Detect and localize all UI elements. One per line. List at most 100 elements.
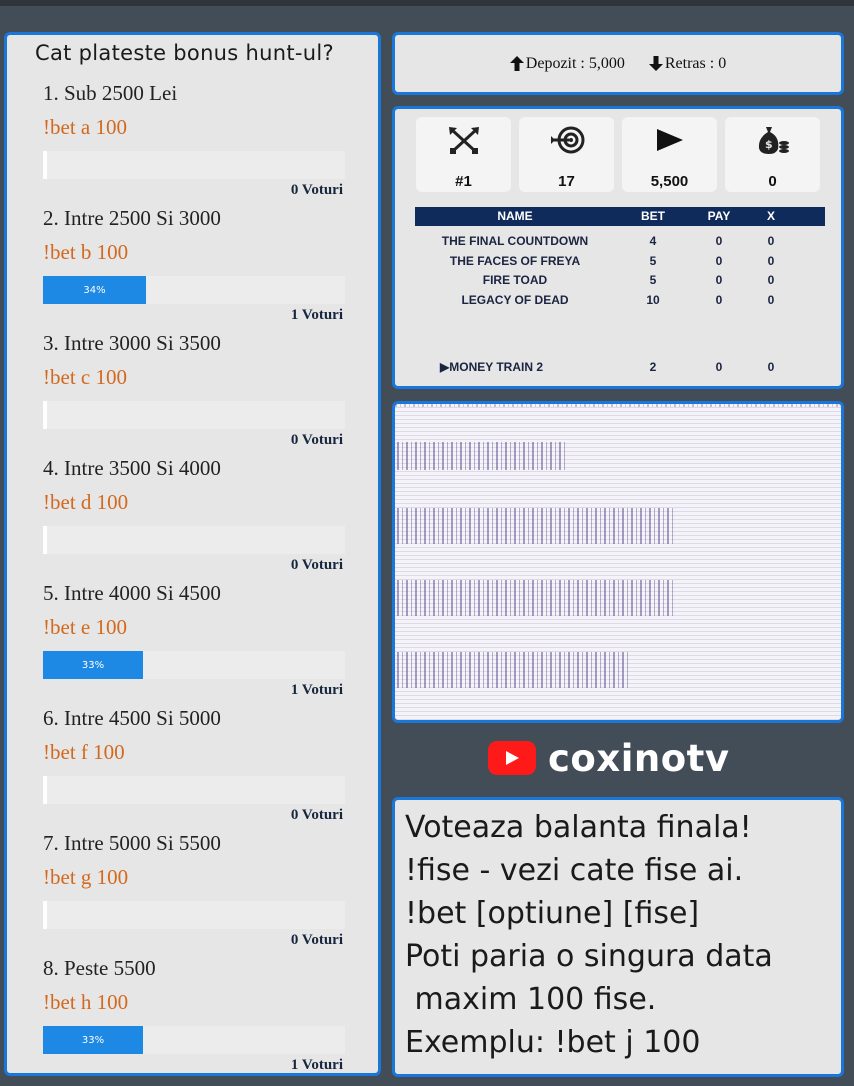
video-panel [392, 401, 844, 723]
bonus-table-header: NAME BET PAY X [415, 207, 825, 226]
poll-option: 2. Intre 2500 Si 3000 !bet b 100 34% 1 Votu… [7, 206, 378, 331]
bonus-bet: 4 [649, 234, 657, 248]
poll-progress-track: 33% [43, 1026, 345, 1054]
deposit-item: Depozit : 5,000 [509, 54, 625, 73]
poll-panel: Cat plateste bonus hunt-ul? 1. Sub 2500 … [4, 32, 381, 1076]
current-bonus-pay: 0 [715, 360, 723, 374]
poll-option-votes: 1 Voturi [290, 682, 343, 698]
poll-option-label: 8. Peste 5500 [43, 956, 156, 980]
col-name: NAME [497, 209, 533, 223]
instruction-line: Poti paria o singura data [405, 939, 773, 974]
poll-option: 8. Peste 5500 !bet h 100 33% 1 Voturi [7, 956, 378, 1081]
poll-progress-fill: 33% [43, 651, 143, 679]
bonus-name: LEGACY OF DEAD [461, 292, 569, 307]
withdraw-text: Retras : 0 [664, 54, 727, 72]
money-bag-icon: $ [758, 127, 789, 154]
instruction-line: Voteaza balanta finala! [405, 810, 752, 845]
poll-option: 3. Intre 3000 Si 3500 !bet c 100 0 Voturi [7, 331, 378, 456]
bonus-x: 0 [767, 253, 775, 268]
bonus-bet: 5 [649, 253, 657, 268]
poll-option-label: 5. Intre 4000 Si 4500 [43, 581, 221, 605]
poll-progress-track [43, 776, 345, 804]
poll-option: 6. Intre 4500 Si 5000 !bet f 100 0 Voturi [7, 706, 378, 831]
bonus-table-row: FIRE TOAD 5 0 0 [415, 271, 825, 289]
poll-option-command: !bet h 100 [43, 990, 129, 1014]
target-icon [550, 126, 584, 154]
bonus-pay: 0 [715, 273, 723, 287]
poll-option-command: !bet e 100 [43, 615, 127, 639]
poll-progress-track [43, 401, 345, 429]
instruction-line: maxim 100 fise. [405, 982, 657, 1017]
poll-option-label: 2. Intre 2500 Si 3000 [43, 206, 221, 230]
poll-progress-fill [43, 151, 47, 179]
current-bonus-x: 0 [767, 360, 775, 374]
poll-progress-track [43, 151, 345, 179]
poll-progress-track [43, 901, 345, 929]
svg-text:$: $ [765, 138, 773, 151]
poll-option: 7. Intre 5000 Si 5500 !bet g 100 0 Voturi [7, 831, 378, 956]
poll-option-votes: 0 Voturi [290, 807, 343, 823]
bonus-table-row: LEGACY OF DEAD 10 0 0 [415, 291, 825, 309]
bonus-x: 0 [767, 292, 775, 307]
poll-option-votes: 1 Voturi [290, 1057, 343, 1073]
channel-brand: coxinotv [488, 736, 729, 780]
video-noise-bar [397, 652, 631, 688]
poll-progress-track: 33% [43, 651, 345, 679]
stats-panel: #1 17 5,500 $ 0 NAME BET PAY X THE FINAL… [392, 106, 844, 389]
stat-target-value: 17 [558, 173, 575, 190]
poll-progress-track [43, 526, 345, 554]
poll-option-votes: 0 Voturi [290, 432, 343, 448]
crossed-arrows-icon [448, 127, 479, 154]
poll-option-label: 6. Intre 4500 Si 5000 [43, 706, 221, 730]
stat-card-play: 5,500 [622, 117, 717, 192]
bonus-name: THE FACES OF FREYA [449, 253, 581, 268]
deposit-text: Depozit : 5,000 [525, 54, 625, 72]
video-noise-bar [397, 580, 675, 616]
poll-option-votes: 0 Voturi [290, 182, 343, 198]
instruction-line: !fise - vezi cate fise ai. [405, 853, 744, 888]
arrow-up-icon [509, 56, 524, 71]
poll-progress-fill [43, 526, 47, 554]
stat-card-money: $ 0 [725, 117, 820, 192]
bonus-table-row: THE FINAL COUNTDOWN 4 0 0 [415, 232, 825, 250]
poll-option-command: !bet g 100 [43, 865, 129, 889]
bonus-bet: 5 [649, 273, 657, 287]
bonus-name: THE FINAL COUNTDOWN [441, 234, 589, 248]
poll-option-votes: 0 Voturi [290, 932, 343, 948]
video-noise-bar [397, 442, 565, 470]
poll-option-label: 1. Sub 2500 Lei [43, 81, 178, 105]
bonus-pay: 0 [715, 234, 723, 248]
bonus-x: 0 [767, 273, 775, 287]
stat-card-target: 17 [519, 117, 614, 192]
poll-progress-fill: 33% [43, 1026, 143, 1054]
poll-progress-track: 34% [43, 276, 345, 304]
stat-card-rank: #1 [416, 117, 511, 192]
instruction-line: !bet [optiune] [fise] [405, 896, 700, 931]
poll-progress-fill [43, 901, 47, 929]
poll-progress-fill: 34% [43, 276, 146, 304]
deposit-panel: Depozit : 5,000 Retras : 0 [392, 32, 844, 95]
arrow-down-icon [648, 56, 663, 71]
poll-option-votes: 1 Voturi [290, 307, 343, 323]
play-icon [656, 129, 683, 151]
poll-option-votes: 0 Voturi [290, 557, 343, 573]
poll-option: 5. Intre 4000 Si 4500 !bet e 100 33% 1 Votu… [7, 581, 378, 706]
current-bonus-name: ▶MONEY TRAIN 2 [440, 360, 544, 374]
poll-option-command: !bet f 100 [43, 740, 125, 764]
poll-option-command: !bet b 100 [43, 240, 129, 264]
instructions-panel: Voteaza balanta finala! !fise - vezi cat… [392, 797, 844, 1077]
col-x: X [766, 209, 775, 223]
col-bet: BET [641, 209, 665, 223]
video-noise-bar [395, 404, 841, 407]
bonus-pay: 0 [715, 292, 723, 307]
current-bonus-row: ▶MONEY TRAIN 2 2 0 0 [415, 358, 825, 376]
poll-option-label: 4. Intre 3500 Si 4000 [43, 456, 221, 480]
stat-money-value: 0 [768, 173, 777, 190]
bonus-table-row: THE FACES OF FREYA 5 0 0 [415, 252, 825, 270]
instruction-line: Exemplu: !bet j 100 [405, 1025, 701, 1060]
current-bonus-bet: 2 [649, 360, 657, 374]
bonus-x: 0 [767, 234, 775, 248]
poll-option-label: 3. Intre 3000 Si 3500 [43, 331, 221, 355]
poll-option-label: 7. Intre 5000 Si 5500 [43, 831, 221, 855]
channel-name: coxinotv [548, 736, 730, 780]
